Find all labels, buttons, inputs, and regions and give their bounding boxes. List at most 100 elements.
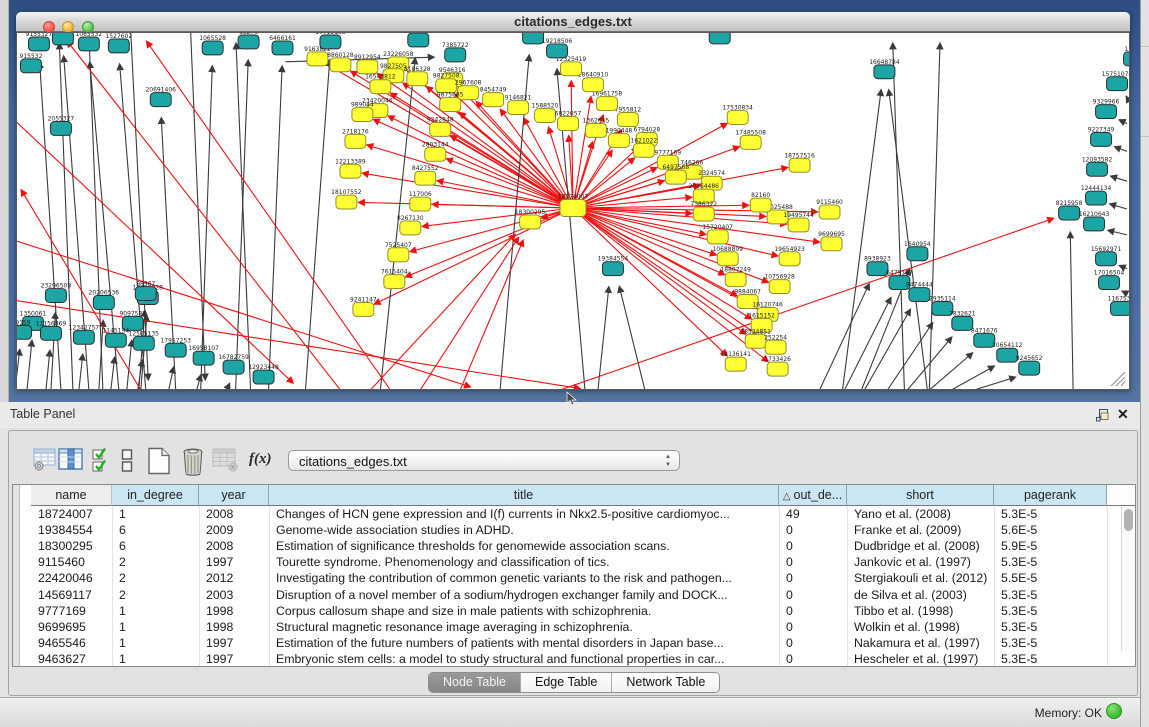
network-node[interactable]: 2187644 [706,33,733,44]
network-node[interactable]: 989044 [351,102,374,122]
network-window[interactable]: citations_edges.txt 18724007916382288601… [16,12,1130,390]
cell-name[interactable]: 22420046 [31,570,112,586]
column-header-title[interactable]: title [269,485,779,506]
network-node[interactable]: 9115460 [816,199,843,219]
network-node[interactable]: 16033809 [403,33,434,47]
network-node[interactable]: 20691406 [146,87,177,107]
vertical-scrollbar[interactable] [1121,507,1135,651]
cell-title[interactable]: Estimation of significance thresholds fo… [269,538,779,554]
node-table[interactable]: namein_degreeyeartitle△out_de...shortpag… [12,484,1136,667]
close-icon[interactable]: ✕ [1117,406,1129,423]
network-node[interactable]: 117006 [409,191,432,211]
network-node[interactable]: 2055327 [48,116,75,136]
network-node[interactable]: 15692971 [1091,246,1122,266]
network-node[interactable]: 12444134 [1081,185,1112,205]
network-node[interactable]: 16958107 [188,345,219,365]
cell-out_de[interactable]: 0 [779,603,847,619]
network-node[interactable]: 7525407 [385,242,412,262]
table-selector-dropdown[interactable]: citations_edges.txt ▲▼ [288,450,680,471]
table-row[interactable]: 946362711997Embryonic stem cells: a mode… [13,651,1135,667]
network-node[interactable]: 16210643 [1079,211,1110,231]
network-node[interactable]: 252254 [764,334,787,354]
cell-name[interactable]: 18300295 [31,538,112,554]
cell-out_de[interactable]: 0 [779,587,847,603]
network-node[interactable]: 98967 [135,281,156,301]
cell-in_degree[interactable]: 1 [112,506,199,522]
show-columns-icon[interactable] [58,447,84,472]
cell-in_degree[interactable]: 1 [112,603,199,619]
cell-title[interactable]: Tourette syndrome. Phenomenology and cla… [269,554,779,570]
network-node[interactable]: 18807249 [720,267,751,287]
network-node[interactable]: 6497568 [662,164,689,184]
cell-out_de[interactable]: 0 [779,570,847,586]
network-node[interactable]: 16961758 [592,91,623,111]
cell-year[interactable]: 2012 [199,570,269,586]
network-node[interactable]: 1065528 [199,35,226,55]
table-row[interactable]: 1872400712008Changes of HCN gene express… [13,506,1135,522]
network-node[interactable]: 7955812 [615,107,642,127]
cell-year[interactable]: 2009 [199,522,269,538]
network-node[interactable]: 15276 [238,33,259,49]
cell-short[interactable]: Yano et al. (2008) [847,506,994,522]
cell-year[interactable]: 2008 [199,506,269,522]
network-canvas[interactable]: 1872400791638228860128891295423226058982… [16,32,1130,390]
network-node[interactable]: 12325419 [556,56,587,76]
cell-in_degree[interactable]: 2 [112,554,199,570]
cell-pagerank[interactable]: 5.3E-5 [994,554,1107,570]
network-node[interactable]: 1990448 [606,127,633,147]
tab-node-table[interactable]: Node Table [429,673,521,692]
network-node[interactable]: 9227349 [1088,126,1115,146]
table-row[interactable]: 977716911998Corpus callosum shape and si… [13,603,1135,619]
cell-in_degree[interactable]: 6 [112,538,199,554]
cell-title[interactable]: Corpus callosum shape and size in male p… [269,603,779,619]
network-node[interactable]: 9245652 [1016,355,1043,375]
cell-out_de[interactable]: 49 [779,506,847,522]
cell-pagerank[interactable]: 5.6E-5 [994,522,1107,538]
network-node[interactable]: 6822057 [555,111,582,131]
cell-year[interactable]: 1997 [199,651,269,667]
network-node[interactable]: 23206508 [41,283,72,303]
cell-out_de[interactable]: 0 [779,538,847,554]
network-node[interactable]: 20206536 [89,290,120,310]
table-row[interactable]: 969969511998Structural magnetic resonanc… [13,619,1135,635]
cell-year[interactable]: 2003 [199,587,269,603]
network-node[interactable]: 1167534 [1108,296,1129,316]
tab-network-table[interactable]: Network Table [612,673,719,692]
cell-title[interactable]: Structural magnetic resonance image aver… [269,619,779,635]
cell-short[interactable]: Dudbridge et al. (2008) [847,538,994,554]
network-node[interactable]: 15751074 [1102,71,1129,91]
cell-year[interactable]: 1998 [199,603,269,619]
cell-in_degree[interactable]: 1 [112,635,199,651]
network-node[interactable]: 12342757 [69,324,100,344]
column-header-year[interactable]: year [199,485,269,506]
network-node[interactable]: 16648784 [869,59,900,79]
cell-pagerank[interactable]: 5.9E-5 [994,538,1107,554]
new-table-icon[interactable] [147,447,172,475]
cell-title[interactable]: Investigating the contribution of common… [269,570,779,586]
cell-title[interactable]: Embryonic stem cells: a model to study s… [269,651,779,667]
cell-in_degree[interactable]: 2 [112,587,199,603]
network-node[interactable]: 8454749 [480,87,507,107]
table-mode-icon[interactable] [33,447,58,472]
cell-name[interactable]: 14569117 [31,587,112,603]
network-node[interactable]: 8267130 [397,215,424,235]
network-window-titlebar[interactable]: citations_edges.txt [16,12,1130,32]
network-node[interactable]: 8427552 [412,165,439,185]
cell-short[interactable]: Franke et al. (2009) [847,522,994,538]
cell-in_degree[interactable]: 2 [112,570,199,586]
cell-title[interactable]: Changes of HCN gene expression and I(f) … [269,506,779,522]
network-node[interactable]: 12923448 [248,364,279,384]
cell-pagerank[interactable]: 5.3E-5 [994,587,1107,603]
network-node[interactable]: 17530834 [722,105,753,125]
network-node[interactable]: 11127 [1124,46,1129,66]
delete-table-icon[interactable] [180,447,206,476]
cell-name[interactable]: 9115460 [31,554,112,570]
cell-short[interactable]: Jankovic et al. (1997) [847,554,994,570]
cell-out_de[interactable]: 0 [779,554,847,570]
network-node[interactable]: 12093582 [1082,156,1113,176]
function-builder-icon[interactable]: f(x) [249,451,272,468]
network-node[interactable]: 7615404 [381,269,408,289]
network-node[interactable]: 82160 [750,192,771,212]
network-node[interactable]: 18640910 [578,72,609,92]
cell-year[interactable]: 1998 [199,619,269,635]
